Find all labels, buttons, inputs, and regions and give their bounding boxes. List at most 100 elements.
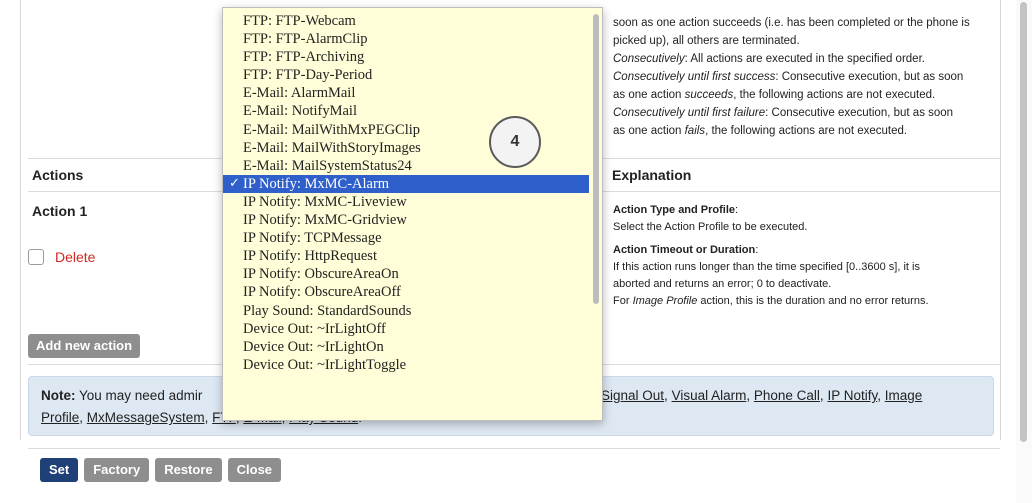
dropdown-option-label: Play Sound: StandardSounds: [243, 302, 412, 319]
link-image-profile-start[interactable]: Image: [885, 388, 923, 403]
dropdown-option[interactable]: IP Notify: HttpRequest: [223, 247, 589, 265]
dropdown-option[interactable]: IP Notify: MxMC-Liveview: [223, 193, 589, 211]
dropdown-option-label: E-Mail: AlarmMail: [243, 85, 356, 102]
explain-line: Consecutively until first success: Conse…: [613, 68, 993, 86]
link-sep: ,: [204, 410, 213, 425]
frame-border-left: [20, 0, 21, 440]
dropdown-option[interactable]: FTP: FTP-Archiving: [223, 48, 589, 66]
dropdown-option[interactable]: Device Out: ~IrLightOff: [223, 320, 589, 338]
step-number-badge: 4: [489, 116, 541, 168]
explain-line: Action Type and Profile:: [613, 202, 993, 219]
link-sep: ,: [79, 410, 87, 425]
dropdown-option-label: E-Mail: NotifyMail: [243, 103, 357, 120]
explain-em: fails: [684, 125, 706, 137]
explain-text: , the following actions are not executed…: [733, 89, 936, 101]
dropdown-option[interactable]: IP Notify: ObscureAreaOff: [223, 283, 589, 301]
explain-line: picked up), all others are terminated.: [613, 35, 800, 47]
link-visual-alarm[interactable]: Visual Alarm: [672, 388, 747, 403]
set-button[interactable]: Set: [40, 458, 79, 482]
delete-action-row[interactable]: Delete: [28, 249, 95, 265]
dropdown-scrollbar-thumb[interactable]: [593, 14, 599, 304]
explain-colon: :: [755, 244, 759, 256]
explain-term: Consecutively until first failure: [613, 107, 766, 119]
explain-text: For: [613, 295, 633, 307]
dropdown-option[interactable]: E-Mail: AlarmMail: [223, 84, 589, 102]
dropdown-option-label: E-Mail: MailSystemStatus24: [243, 157, 412, 174]
dropdown-option-label: IP Notify: TCPMessage: [243, 230, 382, 247]
add-new-action-button[interactable]: Add new action: [28, 334, 141, 358]
dropdown-option-label: IP Notify: MxMC-Gridview: [243, 212, 407, 229]
action-1-title: Action 1: [32, 203, 88, 219]
dropdown-option-selected[interactable]: ✓ IP Notify: MxMC-Alarm: [223, 174, 589, 193]
explain-line: aborted and returns an error; 0 to deact…: [613, 278, 832, 290]
explain-text: : Consecutive execution, but as soon: [765, 107, 954, 119]
dropdown-option-label: IP Notify: HttpRequest: [243, 248, 377, 265]
action-profile-dropdown[interactable]: FTP: FTP-Webcam FTP: FTP-AlarmClip FTP: FT…: [222, 7, 603, 421]
dropdown-option-label: FTP: FTP-Day-Period: [243, 67, 373, 84]
dropdown-scrollbar[interactable]: [591, 10, 601, 418]
link-sep: ,: [877, 388, 885, 403]
footer-divider: [28, 448, 1000, 449]
link-sep: ,: [746, 388, 754, 403]
dropdown-option-label: FTP: FTP-Archiving: [243, 49, 365, 66]
explain-line: as one action fails, the following actio…: [613, 122, 993, 140]
dropdown-option[interactable]: IP Notify: ObscureAreaOn: [223, 265, 589, 283]
explain-line: soon as one action succeeds (i.e. has be…: [613, 17, 970, 29]
dropdown-option-label: IP Notify: ObscureAreaOff: [243, 284, 401, 301]
explain-text: as one action: [613, 89, 685, 101]
dropdown-option-label: IP Notify: MxMC-Liveview: [243, 193, 407, 210]
dropdown-option[interactable]: Play Sound: StandardSounds: [223, 302, 589, 320]
dropdown-option[interactable]: IP Notify: MxMC-Gridview: [223, 211, 589, 229]
note-line-1: Note: You may need admir: [41, 385, 202, 407]
footer-button-bar: Set Factory Restore Close: [40, 458, 282, 482]
dropdown-option-label: E-Mail: MailWithStoryImages: [243, 139, 421, 156]
explain-term: Consecutively: [613, 53, 685, 65]
link-signal-out[interactable]: Signal Out: [601, 388, 664, 403]
dropdown-option-label: IP Notify: MxMC-Alarm: [243, 175, 390, 192]
explain-line: For Image Profile action, this is the du…: [613, 293, 993, 310]
explain-text: : All actions are executed in the specif…: [684, 53, 925, 65]
checkmark-icon: ✓: [229, 175, 240, 191]
explain-colon: :: [735, 204, 739, 216]
dropdown-option[interactable]: FTP: FTP-AlarmClip: [223, 30, 589, 48]
dropdown-option-label: Device Out: ~IrLightOn: [243, 338, 384, 355]
dropdown-option[interactable]: E-Mail: NotifyMail: [223, 102, 589, 120]
dropdown-option-label: Device Out: ~IrLightToggle: [243, 356, 407, 373]
note-text: You may need admir: [75, 388, 203, 403]
dropdown-option-label: FTP: FTP-AlarmClip: [243, 31, 368, 48]
explain-heading: Action Type and Profile: [613, 204, 736, 216]
explain-line: Consecutively: All actions are executed …: [613, 50, 993, 68]
explain-text: : Consecutive execution, but as soon: [775, 71, 964, 83]
explain-text: action, this is the duration and no erro…: [697, 295, 929, 307]
dropdown-option-label: Device Out: ~IrLightOff: [243, 320, 386, 337]
action-explanation: Action Type and Profile: Select the Acti…: [613, 202, 993, 310]
dropdown-option-list: FTP: FTP-Webcam FTP: FTP-AlarmClip FTP: FT…: [223, 12, 589, 374]
dropdown-option-label: FTP: FTP-Webcam: [243, 13, 356, 29]
delete-checkbox[interactable]: [28, 249, 44, 265]
explain-em: Image Profile: [632, 295, 698, 307]
page-scrollbar-thumb[interactable]: [1020, 2, 1027, 442]
execution-mode-explanation: soon as one action succeeds (i.e. has be…: [613, 14, 993, 140]
explain-line: Select the Action Profile to be executed…: [613, 221, 808, 233]
explanation-column-header: Explanation: [612, 167, 692, 183]
page-scrollbar[interactable]: [1016, 0, 1032, 503]
frame-border-right: [1000, 0, 1001, 440]
dropdown-option[interactable]: FTP: FTP-Webcam: [223, 12, 589, 30]
explain-line: Action Timeout or Duration:: [613, 242, 993, 259]
dropdown-option[interactable]: IP Notify: TCPMessage: [223, 229, 589, 247]
dropdown-option[interactable]: FTP: FTP-Day-Period: [223, 66, 589, 84]
explain-text: , the following actions are not executed…: [705, 125, 908, 137]
factory-button[interactable]: Factory: [84, 458, 150, 482]
link-phone-call[interactable]: Phone Call: [754, 388, 820, 403]
dropdown-option[interactable]: Device Out: ~IrLightOn: [223, 338, 589, 356]
link-image-profile-end[interactable]: Profile: [41, 410, 79, 425]
restore-button[interactable]: Restore: [155, 458, 222, 482]
delete-label[interactable]: Delete: [55, 249, 95, 265]
explain-line: Consecutively until first failure: Conse…: [613, 104, 993, 122]
link-sep: ,: [664, 388, 672, 403]
dropdown-option[interactable]: Device Out: ~IrLightToggle: [223, 356, 589, 374]
close-button[interactable]: Close: [227, 458, 282, 482]
link-ip-notify[interactable]: IP Notify: [827, 388, 877, 403]
link-mxmessagesystem[interactable]: MxMessageSystem: [87, 410, 205, 425]
explain-em: succeeds: [684, 89, 734, 101]
